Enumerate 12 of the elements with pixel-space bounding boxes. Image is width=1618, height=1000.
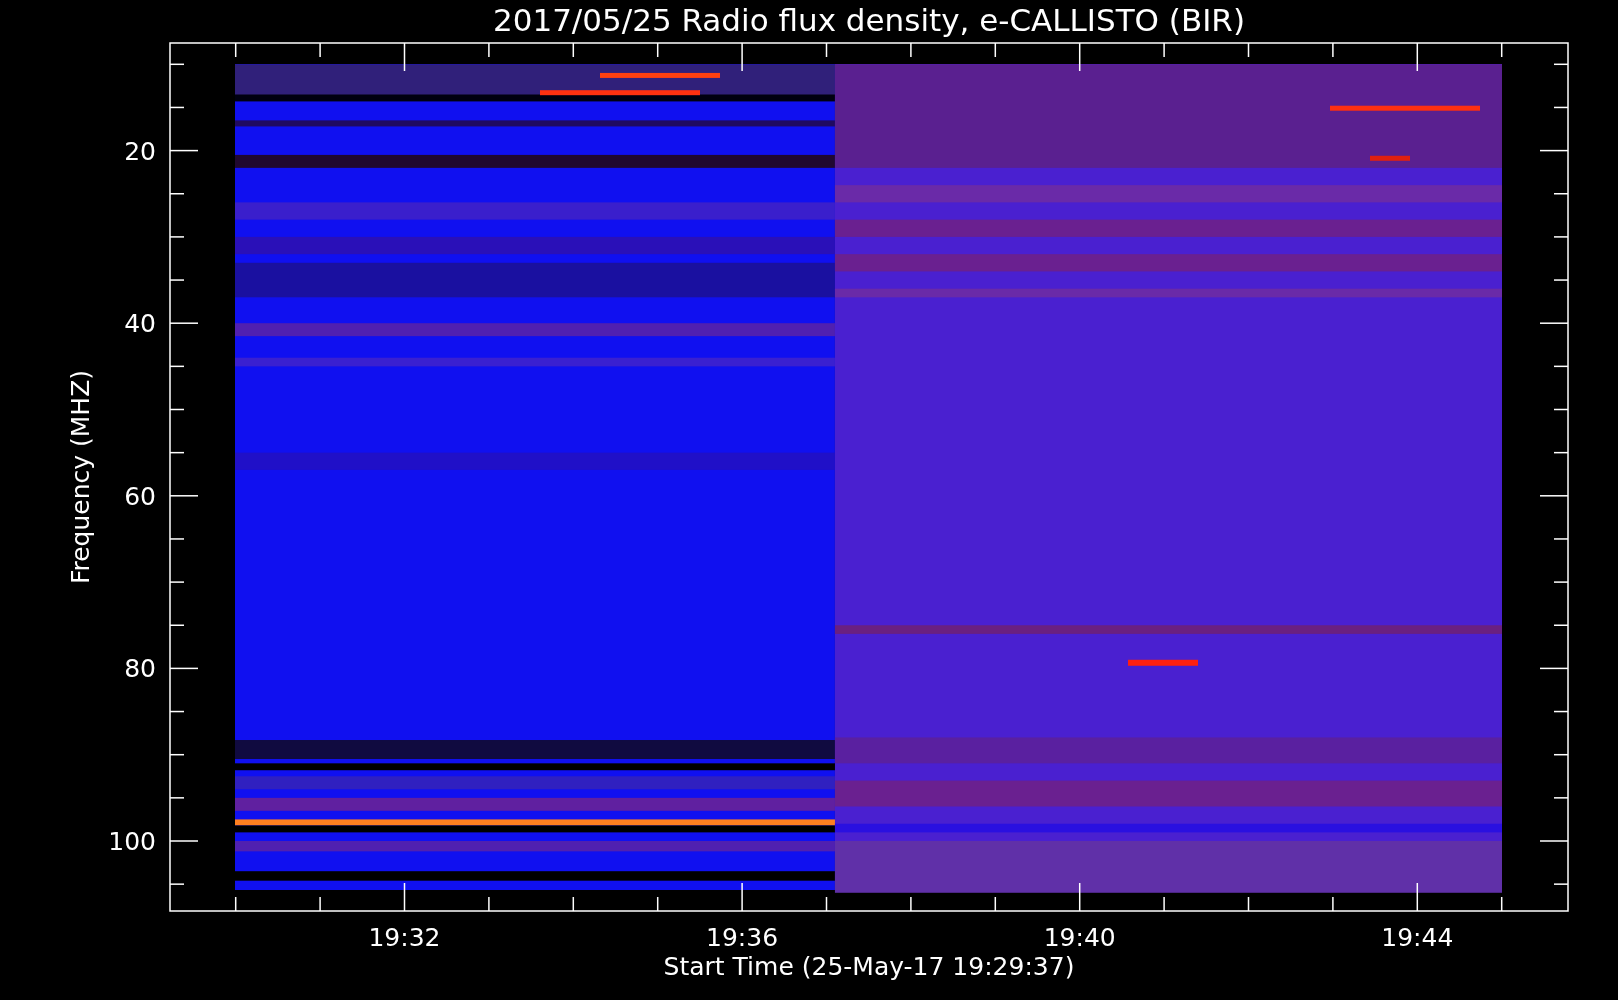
tick-label: 100: [108, 827, 156, 856]
tick-label: 19:36: [706, 923, 779, 952]
axis-title: Start Time (25-May-17 19:29:37): [663, 952, 1075, 981]
tick-label: 80: [124, 654, 156, 684]
tick-label: 20: [124, 136, 156, 166]
chart-title: 2017/05/25 Radio flux density, e-CALLISTO (BIR): [493, 2, 1245, 38]
tick-label: 40: [124, 309, 156, 339]
tick-label: 19:44: [1381, 923, 1454, 952]
axis-title: Frequency (MHZ): [66, 369, 95, 585]
tick-label: 19:40: [1043, 923, 1116, 952]
tick-label: 19:32: [368, 923, 441, 952]
tick-label: 60: [124, 481, 156, 511]
